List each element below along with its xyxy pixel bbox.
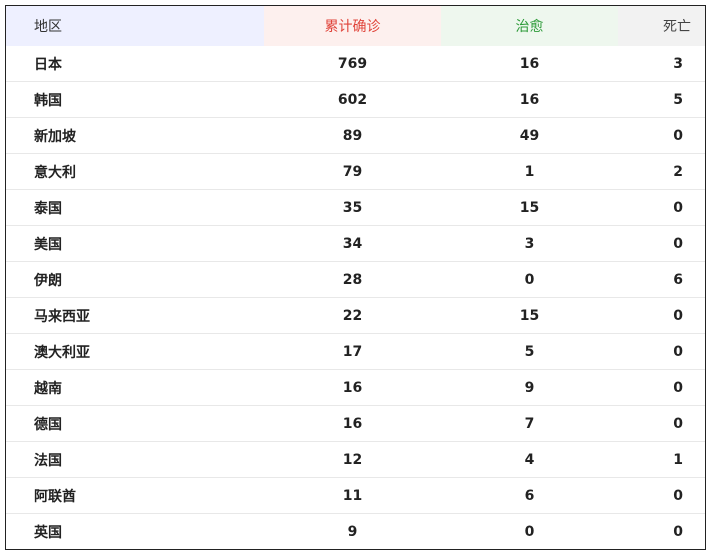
dead-cell: 0 (618, 477, 705, 514)
confirmed-cell: 28 (264, 261, 441, 298)
table-row[interactable]: 意大利 79 1 2 (6, 153, 705, 190)
table-row[interactable]: 法国 12 4 1 (6, 441, 705, 478)
confirmed-cell: 9 (264, 513, 441, 549)
dead-cell: 0 (618, 297, 705, 334)
region-cell: 美国 (6, 225, 264, 262)
header-dead[interactable]: 死亡 (618, 6, 705, 46)
dead-cell: 0 (618, 189, 705, 226)
confirmed-cell: 769 (337, 55, 368, 72)
table-body: 日本 769 16 3 韩国 602 16 5 新加坡 89 49 0 意大利 79 1 2 泰国 35 15 0 美国… (6, 46, 705, 549)
confirmed-cell: 11 (264, 477, 441, 514)
cured-cell: 7 (441, 405, 618, 442)
table-row[interactable]: 美国 34 3 0 (6, 225, 705, 262)
cured-cell: 0 (441, 513, 618, 549)
confirmed-cell: 16 (264, 405, 441, 442)
header-row: 地区 累计确诊 治愈 死亡 (6, 6, 705, 46)
data-table-container: 地区 累计确诊 治愈 死亡 日本 769 16 3 韩国 602 16 5 新加坡 89 49 0 意大… (5, 5, 706, 550)
header-cured[interactable]: 治愈 (441, 6, 618, 46)
dead-cell: 1 (618, 441, 705, 478)
cured-cell: 1 (441, 153, 618, 190)
region-cell: 德国 (6, 405, 264, 442)
dead-cell: 2 (618, 153, 705, 190)
cured-cell: 3 (441, 225, 618, 262)
cured-cell: 6 (441, 477, 618, 514)
cured-cell: 15 (441, 297, 618, 334)
table-row[interactable]: 马来西亚 22 15 0 (6, 297, 705, 334)
region-cell: 英国 (6, 513, 264, 549)
confirmed-cell: 22 (264, 297, 441, 334)
table-row[interactable]: 伊朗 28 0 6 (6, 261, 705, 298)
epidemic-stats-table: 地区 累计确诊 治愈 死亡 日本 769 16 3 韩国 602 16 5 新加坡 89 49 0 意大… (6, 6, 705, 549)
dead-cell: 0 (618, 405, 705, 442)
table-row[interactable]: 英国 9 0 0 (6, 513, 705, 549)
region-cell: 澳大利亚 (6, 333, 264, 370)
cured-cell: 9 (441, 369, 618, 406)
header-region[interactable]: 地区 (6, 6, 264, 46)
table-row[interactable]: 泰国 35 15 0 (6, 189, 705, 226)
dead-cell: 0 (618, 225, 705, 262)
header-confirmed[interactable]: 累计确诊 (264, 6, 441, 46)
table-row[interactable]: 日本 769 16 3 (6, 46, 705, 82)
region-cell: 阿联酋 (6, 477, 264, 514)
cured-cell: 16 (441, 81, 618, 118)
dead-cell: 5 (618, 81, 705, 118)
table-row[interactable]: 越南 16 9 0 (6, 369, 705, 406)
confirmed-cell: 17 (264, 333, 441, 370)
confirmed-cell: 34 (264, 225, 441, 262)
dead-cell: 3 (673, 55, 683, 72)
dead-cell: 6 (618, 261, 705, 298)
confirmed-cell: 16 (264, 369, 441, 406)
table-row[interactable]: 澳大利亚 17 5 0 (6, 333, 705, 370)
table-row[interactable]: 阿联酋 11 6 0 (6, 477, 705, 514)
region-cell: 日本 (34, 56, 62, 73)
region-cell: 伊朗 (6, 261, 264, 298)
cured-cell: 15 (441, 189, 618, 226)
cured-cell: 49 (441, 117, 618, 154)
dead-cell: 0 (618, 117, 705, 154)
cured-cell: 0 (441, 261, 618, 298)
table-row[interactable]: 新加坡 89 49 0 (6, 117, 705, 154)
table-row[interactable]: 韩国 602 16 5 (6, 81, 705, 118)
region-cell: 越南 (6, 369, 264, 406)
region-cell: 韩国 (6, 81, 264, 118)
region-cell: 法国 (6, 441, 264, 478)
region-cell: 新加坡 (6, 117, 264, 154)
cured-cell: 16 (519, 55, 540, 72)
region-cell: 马来西亚 (6, 297, 264, 334)
table-row[interactable]: 德国 16 7 0 (6, 405, 705, 442)
region-cell: 泰国 (6, 189, 264, 226)
cured-cell: 5 (441, 333, 618, 370)
dead-cell: 0 (618, 369, 705, 406)
confirmed-cell: 12 (264, 441, 441, 478)
region-cell: 意大利 (6, 153, 264, 190)
confirmed-cell: 35 (264, 189, 441, 226)
confirmed-cell: 79 (264, 153, 441, 190)
table-header: 地区 累计确诊 治愈 死亡 (6, 6, 705, 46)
dead-cell: 0 (618, 333, 705, 370)
confirmed-cell: 89 (264, 117, 441, 154)
confirmed-cell: 602 (264, 81, 441, 118)
cured-cell: 4 (441, 441, 618, 478)
dead-cell: 0 (618, 513, 705, 549)
